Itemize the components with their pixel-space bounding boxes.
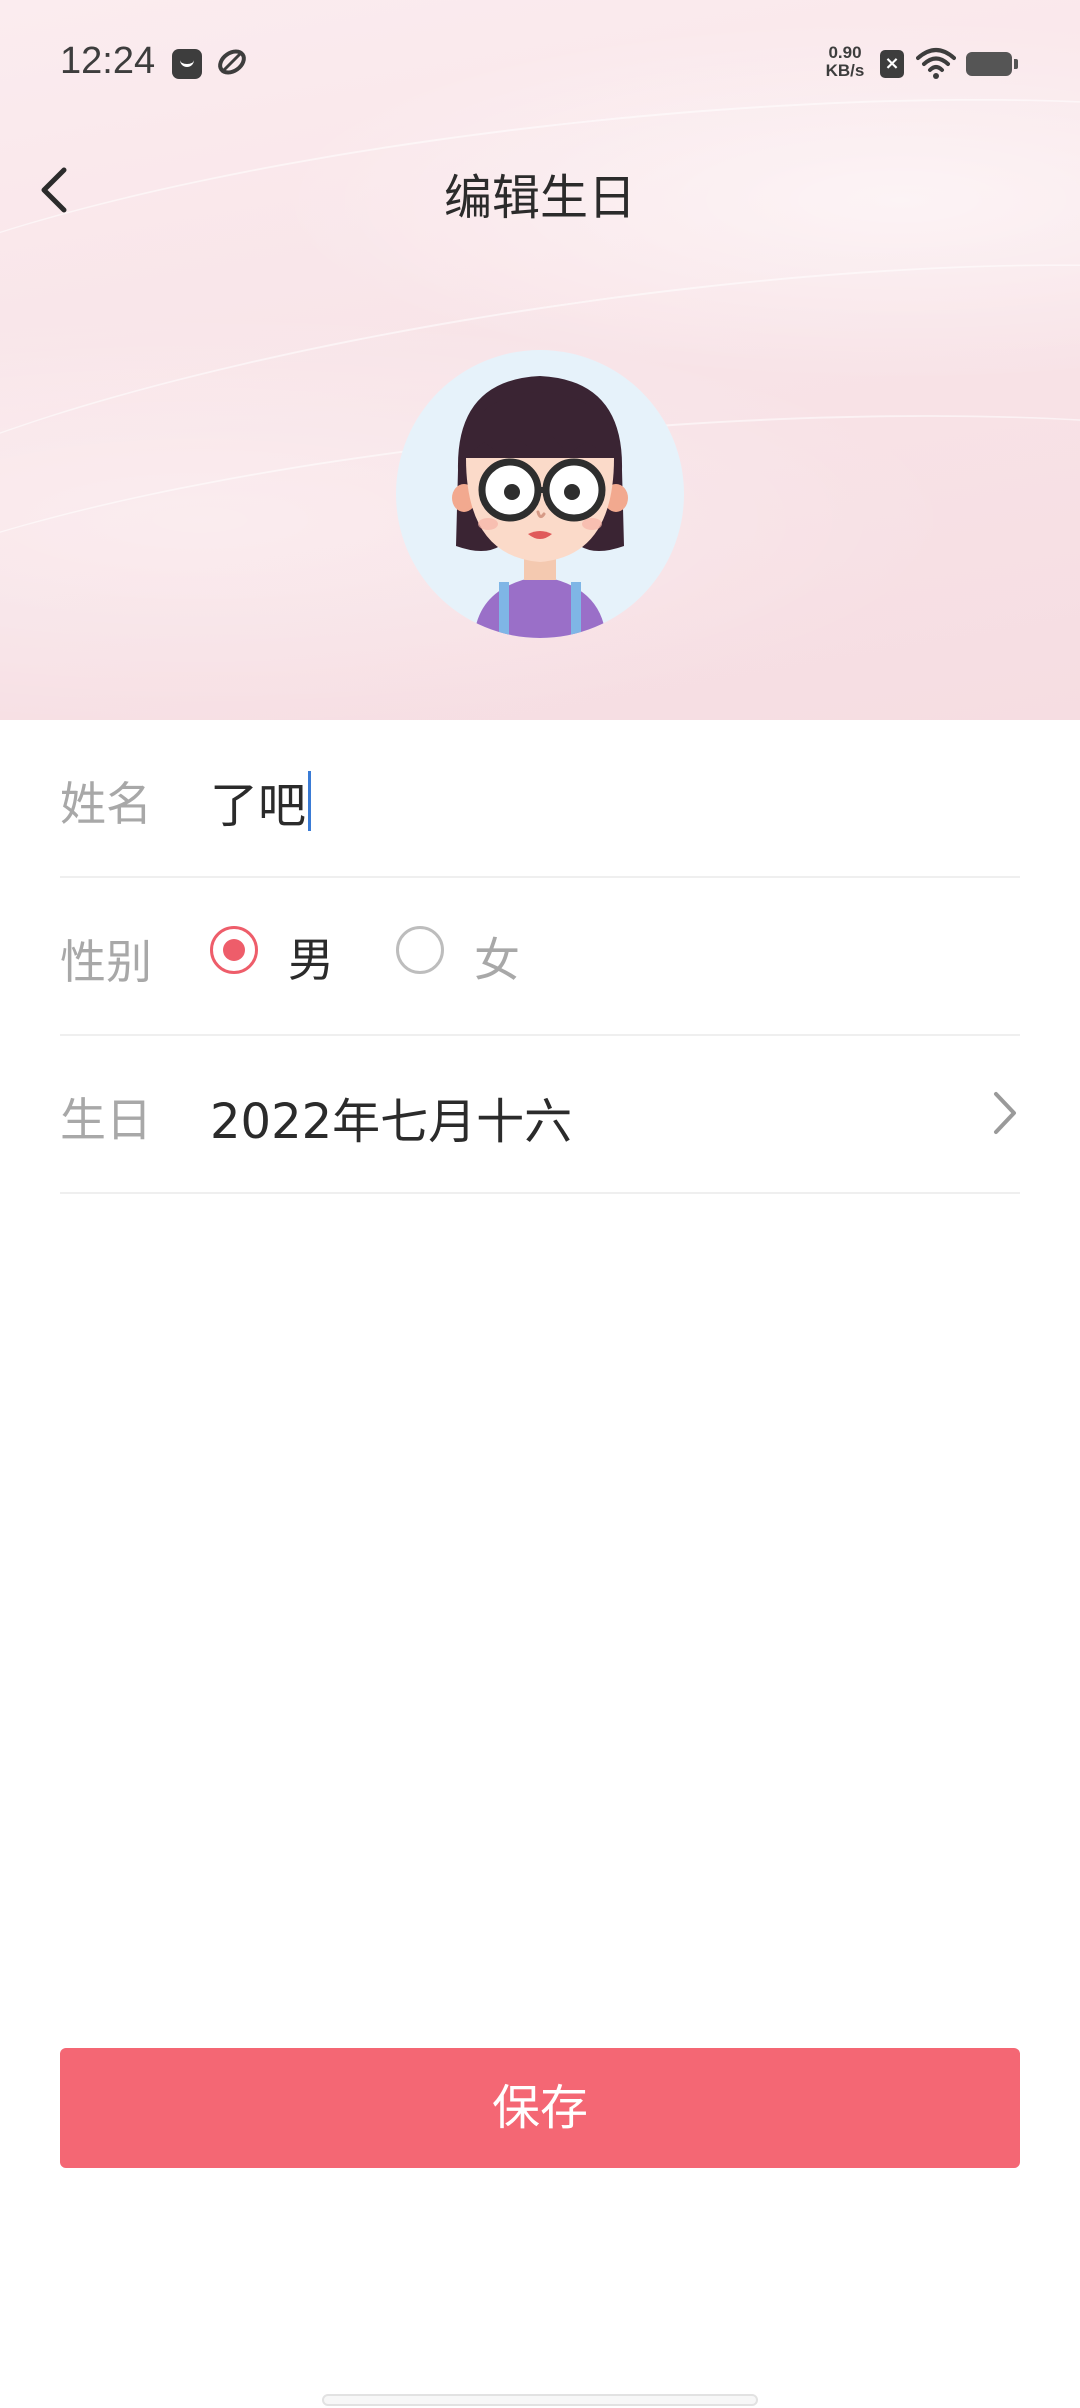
gender-row: 性别 男 女 (60, 878, 1020, 1036)
profile-form: 姓名 了吧 性别 男 女 生日 2022年七月十六 (60, 720, 1020, 1194)
chevron-right-icon[interactable] (986, 1086, 1020, 1140)
girl-with-glasses-avatar (452, 376, 628, 638)
wifi-icon (916, 48, 956, 79)
gender-male-radio[interactable] (210, 926, 258, 974)
birthday-row[interactable]: 生日 2022年七月十六 (60, 1036, 1020, 1194)
network-speed: 0.90 KB/s (820, 44, 870, 80)
page-title: 编辑生日 (443, 170, 636, 226)
sync-app-icon (218, 49, 246, 75)
gender-male-label[interactable]: 男 (288, 924, 334, 990)
network-speed-value: 0.90 (828, 43, 862, 62)
status-bar: 12:24 0.90 KB/s × (0, 0, 1080, 130)
save-button[interactable]: 保存 (60, 2048, 1020, 2168)
birthday-label: 生日 (60, 1093, 152, 1147)
notification-app-icon (172, 49, 202, 79)
network-speed-unit: KB/s (825, 61, 865, 80)
avatar[interactable] (396, 350, 684, 638)
home-indicator[interactable] (322, 2394, 758, 2406)
gender-female-label[interactable]: 女 (474, 924, 520, 990)
gender-female-radio[interactable] (396, 926, 444, 974)
birthday-value[interactable]: 2022年七月十六 (210, 1082, 572, 1152)
gender-label: 性别 (60, 935, 152, 989)
battery-icon (966, 52, 1018, 76)
name-input-value: 了吧 (210, 778, 307, 834)
sim-disabled-icon: × (880, 50, 904, 78)
text-caret (308, 771, 312, 831)
name-input[interactable]: 了吧 (210, 766, 312, 836)
name-row: 姓名 了吧 (60, 720, 1020, 878)
status-time: 12:24 (60, 40, 156, 82)
name-label: 姓名 (60, 777, 152, 831)
